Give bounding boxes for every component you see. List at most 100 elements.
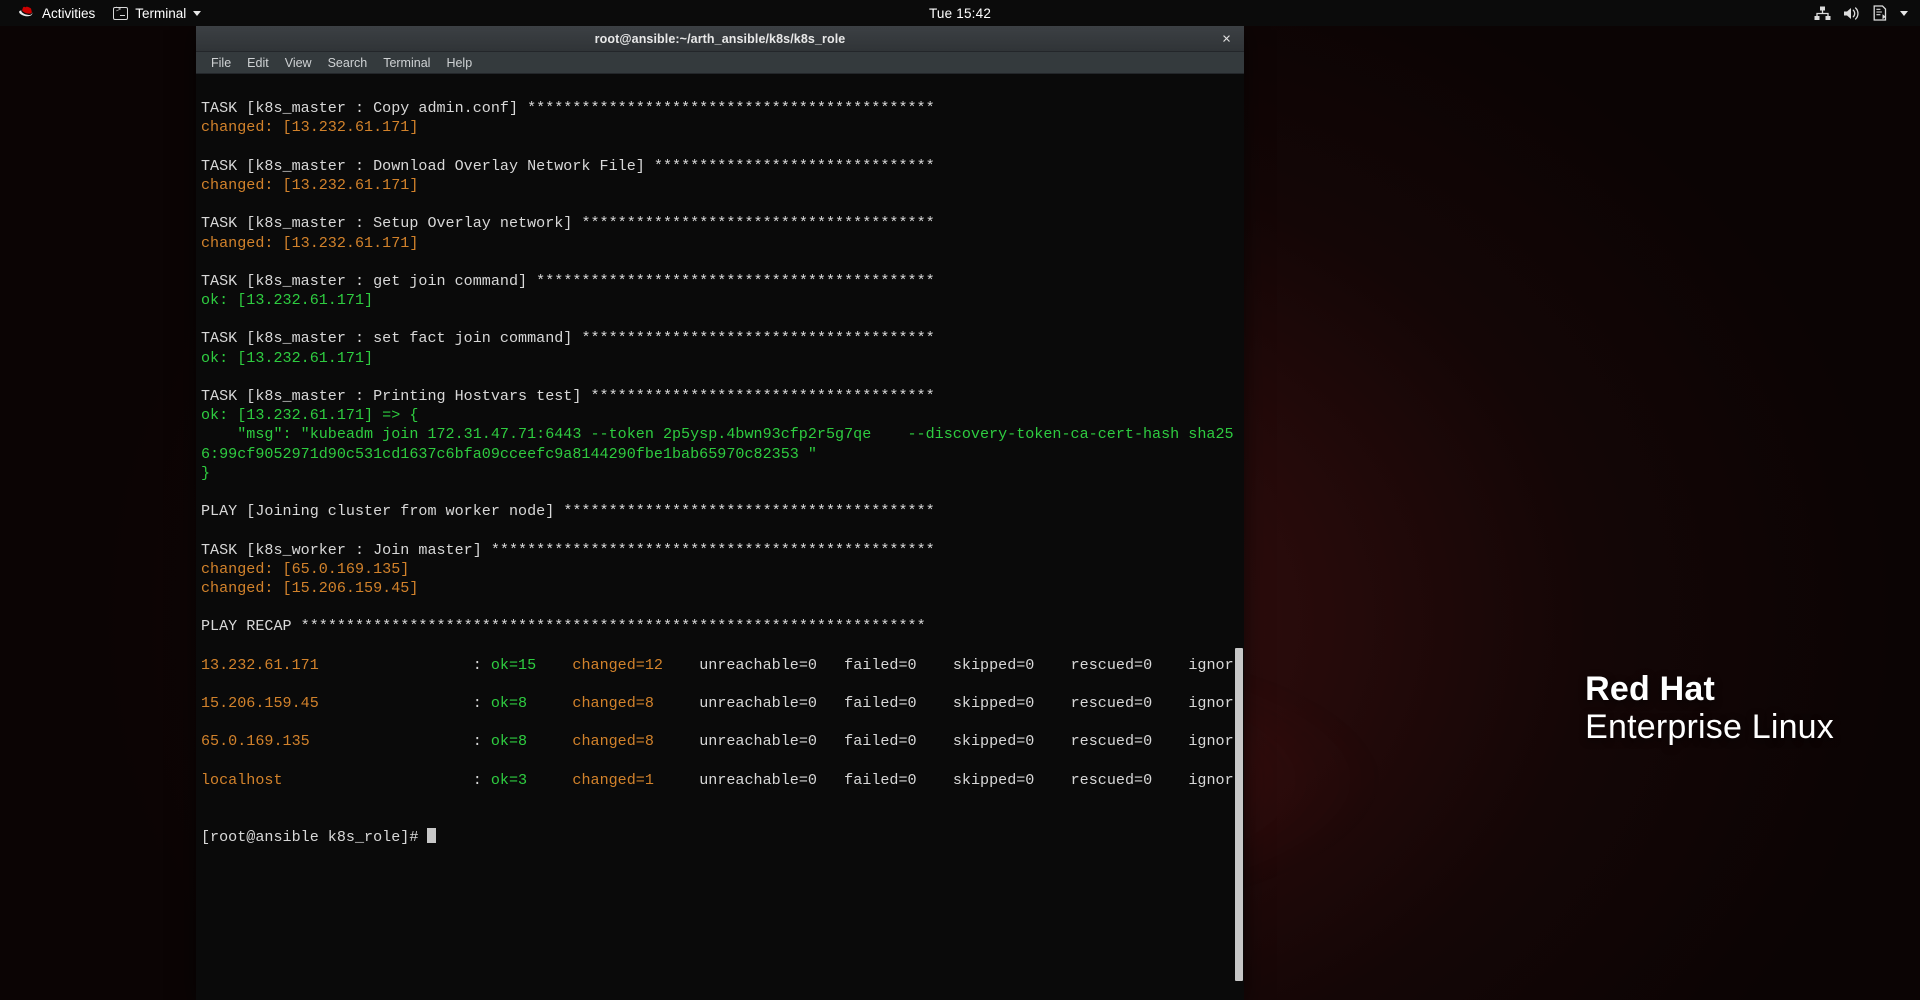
terminal-line: changed: [65.0.169.135] [201, 560, 1234, 579]
recap-row: 65.0.169.135 : ok=8 changed=8 unreachabl… [201, 732, 1234, 751]
line-segment: changed: [13.232.61.171] [201, 175, 419, 194]
recap-ok: ok=15 [490, 655, 573, 674]
terminal-line: TASK [k8s_master : set fact join command… [201, 329, 1234, 348]
line-segment: ****************************************… [563, 502, 935, 521]
terminal-output-area[interactable]: TASK [k8s_master : Copy admin.conf] ****… [196, 74, 1244, 1000]
terminal-line: PLAY RECAP *****************************… [201, 617, 1234, 636]
line-segment: TASK [k8s_worker : Join master] [201, 540, 491, 559]
menu-item-terminal[interactable]: Terminal [376, 54, 437, 72]
recap-ok: ok=8 [490, 694, 573, 712]
line-segment: TASK [k8s_master : Printing Hostvars tes… [201, 387, 591, 405]
recap-rescued: rescued=0 [1070, 770, 1189, 789]
activities-label: Activities [42, 5, 96, 21]
app-menu-terminal[interactable]: Terminal [104, 3, 210, 23]
recap-unreachable: unreachable=0 [699, 655, 845, 674]
recap-row: 13.232.61.171 : ok=15 changed=12 unreach… [201, 656, 1234, 675]
recap-rescued: rescued=0 [1070, 694, 1189, 712]
terminal-window: root@ansible:~/arth_ansible/k8s/k8s_role… [196, 26, 1244, 1000]
window-title: root@ansible:~/arth_ansible/k8s/k8s_role [594, 31, 846, 46]
menu-item-file[interactable]: File [204, 54, 238, 72]
line-segment: TASK [k8s_master : set fact join command… [201, 329, 582, 348]
window-titlebar[interactable]: root@ansible:~/arth_ansible/k8s/k8s_role… [196, 26, 1244, 52]
recap-skipped: skipped=0 [952, 770, 1071, 789]
line-segment: ****************************************… [527, 99, 935, 118]
terminal-scrollbar[interactable] [1234, 74, 1244, 1000]
line-segment: ******************************* [653, 156, 935, 175]
line-segment: "msg": "kubeadm join 172.31.47.71:6443 -… [201, 425, 1234, 444]
recap-skipped: skipped=0 [952, 732, 1071, 751]
line-segment: ****************************************… [300, 617, 926, 636]
redhat-logo-icon [19, 6, 33, 17]
line-segment: ok: [13.232.61.171] [201, 348, 374, 367]
terminal-line: changed: [13.232.61.171] [201, 234, 1234, 253]
menu-item-edit[interactable]: Edit [240, 54, 276, 72]
recap-changed: changed=1 [572, 770, 700, 789]
line-segment: 6:99cf9052971d90c531cd1637c6bfa09cceefc9… [201, 444, 817, 463]
terminal-line: ok: [13.232.61.171] => { [201, 406, 1234, 425]
terminal-line: changed: [15.206.159.45] [201, 579, 1234, 598]
line-segment: PLAY RECAP [201, 617, 301, 636]
terminal-line: } [201, 464, 1234, 483]
recap-ignored: ignored=0 [1188, 694, 1234, 712]
line-segment: ****************************************… [536, 271, 935, 290]
app-menu-label: Terminal [135, 5, 187, 21]
recap-host: localhost [201, 770, 473, 789]
recap-host: 65.0.169.135 [201, 732, 473, 751]
terminal-icon [113, 5, 129, 20]
terminal-line: TASK [k8s_master : Setup Overlay network… [201, 214, 1234, 233]
close-icon[interactable]: × [1217, 29, 1236, 48]
line-segment: ok: [13.232.61.171] [201, 291, 374, 310]
chevron-down-icon [193, 10, 202, 16]
line-segment: TASK [k8s_master : Download Overlay Netw… [201, 156, 654, 175]
recap-row: localhost : ok=3 changed=1 unreachable=0… [201, 771, 1234, 790]
recap-row: 15.206.159.45 : ok=8 changed=8 unreachab… [201, 694, 1234, 713]
recap-changed: changed=12 [572, 655, 700, 674]
terminal-line: 6:99cf9052971d90c531cd1637c6bfa09cceefc9… [201, 445, 1234, 464]
line-segment: *************************************** [581, 329, 935, 348]
recap-unreachable: unreachable=0 [699, 694, 845, 712]
menu-item-search[interactable]: Search [321, 54, 375, 72]
rhel-branding: Red Hat Enterprise Linux [1585, 672, 1834, 744]
recap-separator: : [472, 694, 491, 712]
terminal-line: ok: [13.232.61.171] [201, 349, 1234, 368]
top-bar-left-group: Activities Terminal [0, 3, 210, 23]
line-segment: changed: [13.232.61.171] [201, 118, 419, 137]
tray-chevron-down-icon[interactable] [1900, 10, 1908, 16]
terminal-line: PLAY [Joining cluster from worker node] … [201, 502, 1234, 521]
line-segment: TASK [k8s_master : get join command] [201, 271, 537, 290]
menu-item-view[interactable]: View [278, 54, 319, 72]
menu-item-help[interactable]: Help [439, 54, 479, 72]
network-icon[interactable] [1814, 6, 1831, 21]
activities-button[interactable]: Activities [10, 3, 104, 23]
terminal-text: TASK [k8s_master : Copy admin.conf] ****… [196, 74, 1234, 1000]
brand-line-1: Red Hat [1585, 670, 1715, 708]
recap-unreachable: unreachable=0 [699, 770, 845, 789]
recap-ignored: ignored=0 [1188, 770, 1234, 789]
line-segment: changed: [13.232.61.171] [201, 233, 419, 252]
recap-ignored: ignored=0 [1188, 732, 1234, 751]
recap-unreachable: unreachable=0 [699, 732, 845, 751]
power-icon[interactable] [1873, 5, 1888, 21]
recap-host: 13.232.61.171 [201, 655, 473, 674]
volume-icon[interactable] [1843, 6, 1861, 21]
recap-failed: failed=0 [844, 732, 953, 751]
recap-ok: ok=8 [490, 732, 573, 751]
recap-rescued: rescued=0 [1070, 732, 1189, 751]
recap-changed: changed=8 [572, 732, 700, 751]
scrollbar-thumb[interactable] [1235, 648, 1243, 982]
line-segment: PLAY [Joining cluster from worker node] [201, 502, 564, 521]
prompt-text: [root@ansible k8s_role]# [201, 828, 428, 847]
terminal-line: ok: [13.232.61.171] [201, 291, 1234, 310]
recap-changed: changed=8 [572, 694, 700, 712]
line-segment: changed: [65.0.169.135] [201, 559, 410, 578]
